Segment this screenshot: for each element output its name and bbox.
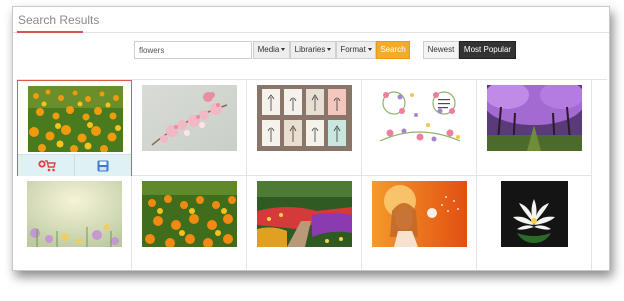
chevron-down-icon xyxy=(281,48,286,52)
search-input[interactable] xyxy=(134,41,252,59)
search-toolbar: Media Libraries Format Search Newest Mos… xyxy=(13,41,609,61)
search-button[interactable]: Search xyxy=(376,41,410,59)
result-item-marigold-bed[interactable] xyxy=(132,176,247,270)
save-button[interactable] xyxy=(75,155,132,176)
pink-cherry-blossoms-thumbnail xyxy=(142,85,237,151)
add-to-cart-button[interactable] xyxy=(18,155,75,176)
add-to-cart-icon xyxy=(38,160,56,172)
chevron-down-icon xyxy=(327,48,332,52)
search-results-window: Search Results Media Libraries Format Se… xyxy=(12,6,610,271)
media-dropdown[interactable]: Media xyxy=(253,41,290,59)
flower-illustration-cards-thumbnail xyxy=(257,85,352,151)
garden-path-flowerbeds-thumbnail xyxy=(257,181,352,247)
sort-newest-button[interactable]: Newest xyxy=(423,41,459,59)
libraries-dropdown[interactable]: Libraries xyxy=(290,41,336,59)
woman-blowing-dandelion-thumbnail xyxy=(372,181,467,247)
sort-most-popular-button[interactable]: Most Popular xyxy=(459,41,516,59)
header: Search Results xyxy=(13,7,609,33)
result-item-woman-blowing-dandelion[interactable] xyxy=(362,176,477,270)
libraries-dropdown-label: Libraries xyxy=(294,45,326,54)
title-underline xyxy=(17,31,83,33)
results-grid xyxy=(17,79,607,270)
result-actions xyxy=(18,154,131,176)
media-dropdown-label: Media xyxy=(257,45,280,54)
save-icon xyxy=(97,160,108,172)
result-item-white-water-lily[interactable] xyxy=(477,176,592,270)
purple-tree-tunnel-thumbnail xyxy=(487,85,582,151)
result-item-garden-path-flowerbeds[interactable] xyxy=(247,176,362,270)
soft-focus-wildflowers-thumbnail xyxy=(27,181,122,247)
page-title: Search Results xyxy=(18,13,100,27)
result-item-soft-focus-wildflowers[interactable] xyxy=(17,176,132,270)
result-item-orange-marigold-field[interactable] xyxy=(17,80,132,176)
floral-wreath-clipart-thumbnail xyxy=(372,85,467,151)
result-item-pink-cherry-blossoms[interactable] xyxy=(132,80,247,176)
chevron-down-icon xyxy=(367,48,372,52)
white-water-lily-thumbnail xyxy=(501,181,568,247)
format-dropdown[interactable]: Format xyxy=(336,41,376,59)
result-item-purple-tree-tunnel[interactable] xyxy=(477,80,592,176)
format-dropdown-label: Format xyxy=(340,45,366,54)
orange-marigold-field-thumbnail xyxy=(28,86,123,152)
result-item-flower-illustration-cards[interactable] xyxy=(247,80,362,176)
result-item-floral-wreath-clipart[interactable] xyxy=(362,80,477,176)
marigold-bed-thumbnail xyxy=(142,181,237,247)
